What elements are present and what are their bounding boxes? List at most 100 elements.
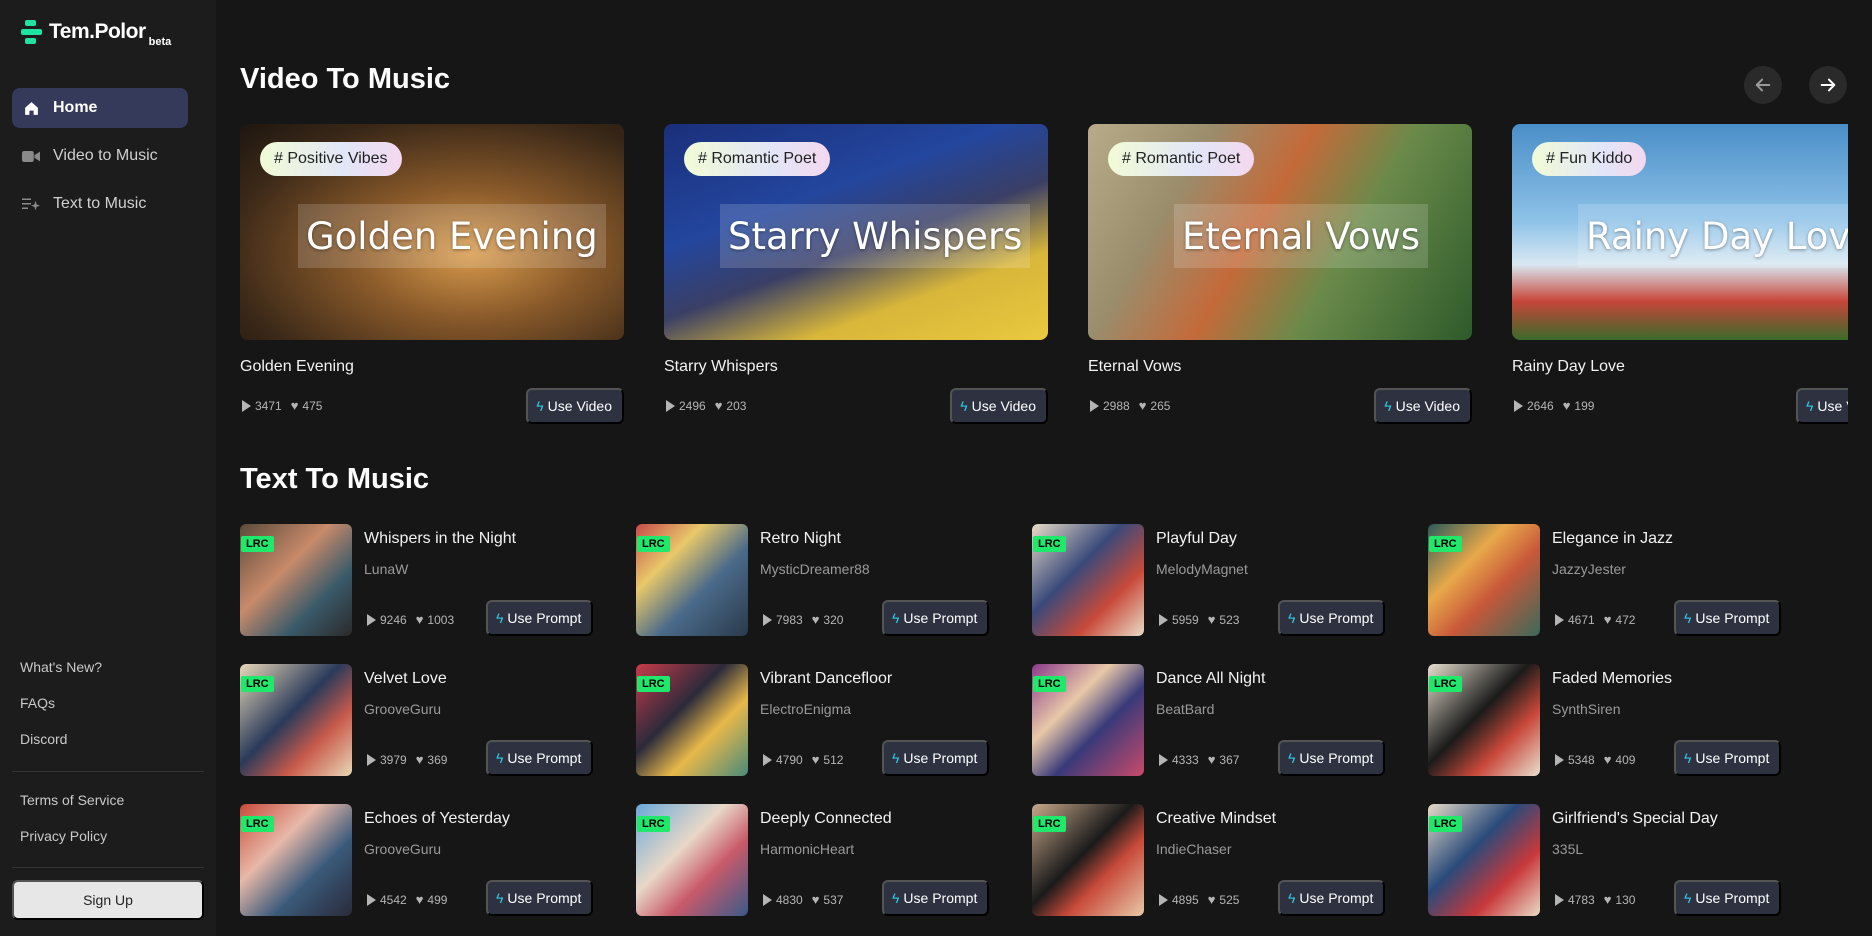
prompt-card[interactable]: LRC Whispers in the Night LunaW 9246 ♥ 1… bbox=[240, 524, 600, 636]
prompt-title[interactable]: Whispers in the Night bbox=[364, 530, 516, 548]
prompt-thumbnail[interactable]: LRC bbox=[1428, 524, 1540, 636]
play-icon bbox=[1159, 753, 1168, 766]
prompt-author[interactable]: IndieChaser bbox=[1156, 841, 1232, 857]
carousel-prev-button[interactable] bbox=[1744, 66, 1782, 104]
prompt-card[interactable]: LRC Dance All Night BeatBard 4333 ♥ 367 … bbox=[1032, 664, 1392, 776]
video-thumbnail[interactable]: # Romantic Poet Starry Whispers bbox=[664, 124, 1048, 340]
prompt-author[interactable]: LunaW bbox=[364, 561, 408, 577]
video-thumbnail[interactable]: # Romantic Poet Eternal Vows bbox=[1088, 124, 1472, 340]
carousel-next-button[interactable] bbox=[1809, 66, 1847, 104]
prompt-thumbnail[interactable]: LRC bbox=[636, 804, 748, 916]
nav-video-to-music[interactable]: Video to Music bbox=[12, 136, 188, 176]
use-prompt-button[interactable]: ϟ Use Prompt bbox=[882, 740, 990, 776]
video-card[interactable]: # Romantic Poet Starry Whispers Starry W… bbox=[664, 124, 1048, 424]
prompt-thumbnail[interactable]: LRC bbox=[636, 664, 748, 776]
video-card[interactable]: # Fun Kiddo Rainy Day Love Rainy Day Lov… bbox=[1512, 124, 1848, 424]
use-video-button[interactable]: ϟ Use Video bbox=[950, 388, 1048, 424]
video-title[interactable]: Rainy Day Love bbox=[1512, 358, 1625, 376]
video-thumbnail[interactable]: # Positive Vibes Golden Evening bbox=[240, 124, 624, 340]
prompt-title[interactable]: Vibrant Dancefloor bbox=[760, 670, 892, 688]
use-prompt-button[interactable]: ϟ Use Prompt bbox=[486, 600, 594, 636]
use-prompt-button[interactable]: ϟ Use Prompt bbox=[1674, 600, 1782, 636]
prompt-card[interactable]: LRC Echoes of Yesterday GrooveGuru 4542 … bbox=[240, 804, 600, 916]
use-prompt-button[interactable]: ϟ Use Prompt bbox=[486, 740, 594, 776]
heart-icon: ♥ bbox=[1138, 398, 1147, 413]
prompt-card[interactable]: LRC Elegance in Jazz JazzyJester 4671 ♥ … bbox=[1428, 524, 1788, 636]
prompt-author[interactable]: GrooveGuru bbox=[364, 701, 441, 717]
play-count: 2988 bbox=[1103, 398, 1130, 413]
use-prompt-button[interactable]: ϟ Use Prompt bbox=[882, 880, 990, 916]
prompt-author[interactable]: MysticDreamer88 bbox=[760, 561, 870, 577]
play-count: 4671 bbox=[1568, 612, 1595, 627]
prompt-thumbnail[interactable]: LRC bbox=[240, 524, 352, 636]
sign-up-button[interactable]: Sign Up bbox=[12, 880, 204, 920]
prompt-title[interactable]: Deeply Connected bbox=[760, 810, 892, 828]
prompt-title[interactable]: Elegance in Jazz bbox=[1552, 530, 1673, 548]
use-video-button[interactable]: ϟ Use Video bbox=[1374, 388, 1472, 424]
prompt-title[interactable]: Retro Night bbox=[760, 530, 841, 548]
prompt-card[interactable]: LRC Faded Memories SynthSiren 5348 ♥ 409… bbox=[1428, 664, 1788, 776]
video-carousel: # Positive Vibes Golden Evening Golden E… bbox=[240, 124, 1848, 424]
prompt-title[interactable]: Girlfriend's Special Day bbox=[1552, 810, 1718, 828]
bolt-icon: ϟ bbox=[1288, 750, 1296, 766]
video-title[interactable]: Starry Whispers bbox=[664, 358, 778, 376]
video-card[interactable]: # Positive Vibes Golden Evening Golden E… bbox=[240, 124, 624, 424]
prompt-card[interactable]: LRC Retro Night MysticDreamer88 7983 ♥ 3… bbox=[636, 524, 996, 636]
prompt-author[interactable]: MelodyMagnet bbox=[1156, 561, 1248, 577]
use-video-button[interactable]: ϟ Use Video bbox=[1796, 388, 1848, 424]
use-prompt-button[interactable]: ϟ Use Prompt bbox=[1278, 880, 1386, 916]
heart-icon: ♥ bbox=[1207, 892, 1216, 907]
use-video-button[interactable]: ϟ Use Video bbox=[526, 388, 624, 424]
prompt-title[interactable]: Playful Day bbox=[1156, 530, 1237, 548]
logo[interactable]: Tem.Polor beta bbox=[21, 20, 171, 48]
prompt-author[interactable]: SynthSiren bbox=[1552, 701, 1620, 717]
privacy-link[interactable]: Privacy Policy bbox=[20, 828, 107, 844]
prompt-author[interactable]: JazzyJester bbox=[1552, 561, 1626, 577]
prompt-thumbnail[interactable]: LRC bbox=[1032, 664, 1144, 776]
prompt-thumbnail[interactable]: LRC bbox=[1428, 664, 1540, 776]
nav-text-to-music[interactable]: Text to Music bbox=[12, 184, 188, 224]
bolt-icon: ϟ bbox=[1684, 610, 1692, 626]
prompt-thumbnail[interactable]: LRC bbox=[636, 524, 748, 636]
like-count: 369 bbox=[427, 752, 448, 767]
video-title[interactable]: Eternal Vows bbox=[1088, 358, 1181, 376]
faqs-link[interactable]: FAQs bbox=[20, 695, 55, 711]
video-card[interactable]: # Romantic Poet Eternal Vows Eternal Vow… bbox=[1088, 124, 1472, 424]
prompt-author[interactable]: BeatBard bbox=[1156, 701, 1214, 717]
discord-link[interactable]: Discord bbox=[20, 731, 67, 747]
prompt-author[interactable]: 335L bbox=[1552, 841, 1583, 857]
prompt-thumbnail[interactable]: LRC bbox=[240, 664, 352, 776]
use-prompt-button[interactable]: ϟ Use Prompt bbox=[486, 880, 594, 916]
prompt-thumbnail[interactable]: LRC bbox=[1032, 804, 1144, 916]
prompt-thumbnail[interactable]: LRC bbox=[240, 804, 352, 916]
use-prompt-button[interactable]: ϟ Use Prompt bbox=[1674, 880, 1782, 916]
use-prompt-button[interactable]: ϟ Use Prompt bbox=[1278, 600, 1386, 636]
prompt-title[interactable]: Velvet Love bbox=[364, 670, 447, 688]
play-icon bbox=[1090, 399, 1099, 412]
prompt-card[interactable]: LRC Playful Day MelodyMagnet 5959 ♥ 523 … bbox=[1032, 524, 1392, 636]
prompt-card[interactable]: LRC Creative Mindset IndieChaser 4895 ♥ … bbox=[1032, 804, 1392, 916]
prompt-card[interactable]: LRC Velvet Love GrooveGuru 3979 ♥ 369 ϟ … bbox=[240, 664, 600, 776]
prompt-title[interactable]: Echoes of Yesterday bbox=[364, 810, 510, 828]
video-thumbnail[interactable]: # Fun Kiddo Rainy Day Love bbox=[1512, 124, 1848, 340]
use-prompt-button[interactable]: ϟ Use Prompt bbox=[882, 600, 990, 636]
prompt-card[interactable]: LRC Vibrant Dancefloor ElectroEnigma 479… bbox=[636, 664, 996, 776]
like-count: 475 bbox=[302, 398, 323, 413]
prompt-title[interactable]: Dance All Night bbox=[1156, 670, 1265, 688]
video-title[interactable]: Golden Evening bbox=[240, 358, 354, 376]
prompt-title[interactable]: Creative Mindset bbox=[1156, 810, 1276, 828]
prompt-card[interactable]: LRC Deeply Connected HarmonicHeart 4830 … bbox=[636, 804, 996, 916]
prompt-author[interactable]: HarmonicHeart bbox=[760, 841, 854, 857]
prompt-title[interactable]: Faded Memories bbox=[1552, 670, 1672, 688]
prompt-author[interactable]: ElectroEnigma bbox=[760, 701, 851, 717]
use-prompt-button[interactable]: ϟ Use Prompt bbox=[1674, 740, 1782, 776]
nav-home[interactable]: Home bbox=[12, 88, 188, 128]
terms-link[interactable]: Terms of Service bbox=[20, 792, 124, 808]
whats-new-link[interactable]: What's New? bbox=[20, 659, 102, 675]
prompt-thumbnail[interactable]: LRC bbox=[1428, 804, 1540, 916]
prompt-author[interactable]: GrooveGuru bbox=[364, 841, 441, 857]
prompt-card[interactable]: LRC Girlfriend's Special Day 335L 4783 ♥… bbox=[1428, 804, 1788, 916]
prompt-thumbnail[interactable]: LRC bbox=[1032, 524, 1144, 636]
use-prompt-label: Use Prompt bbox=[903, 610, 978, 626]
use-prompt-button[interactable]: ϟ Use Prompt bbox=[1278, 740, 1386, 776]
